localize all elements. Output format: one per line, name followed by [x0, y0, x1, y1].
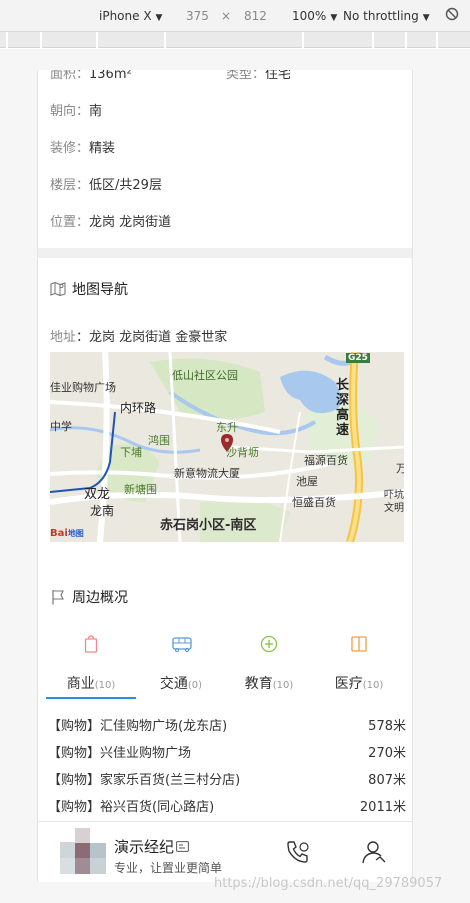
- info-area: 面积：136m²: [50, 70, 132, 82]
- height-input[interactable]: 812: [244, 9, 267, 23]
- book-icon: [350, 635, 368, 653]
- education-plus-icon: [260, 635, 278, 653]
- poi-item[interactable]: 【购物】家家乐百货(兰三村分店) 807米: [48, 769, 406, 788]
- map-label-longnan: 龙南: [90, 504, 115, 518]
- map-address: 地址：龙岗 龙岗街道 金豪世家: [50, 330, 228, 345]
- map-label-wenming: 文明: [384, 503, 404, 514]
- map-label-chishigang: 赤石岗小区-南区: [160, 518, 257, 533]
- phone-call-icon[interactable]: [284, 838, 312, 866]
- device-select[interactable]: iPhone X ▼: [99, 9, 162, 23]
- map-label-wan: 万: [396, 460, 404, 476]
- info-type: 类型：住宅: [226, 70, 292, 82]
- devtools-toolbar: iPhone X ▼ 375 × 812 100% ▼ No throttling ▼: [0, 0, 470, 32]
- map-label-xiabu: 下埔: [120, 446, 142, 459]
- id-card-icon: [176, 838, 189, 856]
- throttle-select[interactable]: No throttling ▼: [343, 9, 430, 23]
- bus-icon: [172, 635, 192, 653]
- zoom-select[interactable]: 100% ▼: [292, 9, 337, 23]
- map-label-hengsheng: 恒盛百货: [292, 496, 336, 509]
- map-label-hongwei: 鸿围: [148, 434, 170, 447]
- map-label-xinyi: 新意物流大厦: [174, 467, 240, 480]
- agent-subtitle: 专业，让置业更简单: [114, 861, 223, 875]
- width-input[interactable]: 375: [186, 9, 209, 23]
- map-label-park: 低山社区公园: [172, 369, 238, 382]
- tab-business[interactable]: 商业(10): [46, 635, 136, 701]
- rotate-icon[interactable]: [445, 7, 459, 24]
- agent-bar: 演示经纪 专业，让置业更简单: [38, 821, 412, 882]
- nearby-tabs: 商业(10) 交通(0) 教育(10) 医疗(10): [38, 635, 412, 701]
- device-screen: 面积：136m² 类型：住宅 朝向：南 装修：精装 楼层：低区/共29层 位置：…: [37, 70, 413, 882]
- map-label-xintang: 新塘围: [124, 483, 157, 496]
- flag-icon: [50, 589, 66, 605]
- map-label-chiwu: 池屋: [296, 475, 318, 488]
- avatar[interactable]: [60, 828, 106, 874]
- tab-transport[interactable]: 交通(0): [136, 635, 226, 701]
- section-divider: [38, 248, 412, 258]
- tab-education[interactable]: 教育(10): [224, 635, 314, 701]
- map-label-shopping: 佳业购物广场: [50, 381, 116, 394]
- poi-item[interactable]: 【购物】汇佳购物广场(龙东店) 578米: [48, 715, 406, 734]
- info-floor: 楼层：低区/共29层: [50, 178, 162, 193]
- active-tab-indicator: [46, 697, 136, 699]
- agent-name: 演示经纪: [114, 836, 189, 857]
- map-label-shuanglong: 双龙: [84, 487, 111, 502]
- dimension-separator: ×: [221, 9, 232, 23]
- info-orientation: 朝向：南: [50, 104, 103, 119]
- poi-item[interactable]: 【购物】裕兴百货(同心路店) 2011米: [48, 796, 406, 815]
- baidu-logo: Bai地图: [50, 528, 84, 539]
- map-label-zhong: 中学: [50, 420, 72, 433]
- info-location: 位置：龙岗 龙岗街道: [50, 215, 172, 230]
- media-query-ruler: [0, 32, 470, 48]
- poi-item[interactable]: 【购物】兴佳业购物广场 270米: [48, 742, 406, 761]
- tab-medical[interactable]: 医疗(10): [314, 635, 404, 701]
- map-label-highway: 长深高速: [336, 378, 350, 438]
- watermark: https://blog.csdn.net/qq_29789057: [214, 876, 443, 891]
- map-label-fuyuan: 福源百货: [304, 454, 348, 467]
- map-icon: [50, 281, 66, 297]
- map-label-dongsheng: 东升: [216, 421, 238, 434]
- map-label-ring: 内环路: [120, 401, 157, 415]
- map-label-shabei: 沙背坜: [226, 446, 259, 459]
- shopping-bag-icon: [82, 635, 100, 653]
- info-decoration: 装修：精装: [50, 141, 116, 156]
- agent-profile-icon[interactable]: [360, 838, 388, 866]
- map-view[interactable]: G25 佳业购物广场 低山社区公园 内环路 中学 鸿围 东升 沙背坜 下埔 新意…: [50, 352, 404, 542]
- map-label-g25: G25: [346, 353, 370, 363]
- nearby-section-title: 周边概况: [50, 587, 128, 607]
- map-section-title: 地图导航: [50, 279, 128, 299]
